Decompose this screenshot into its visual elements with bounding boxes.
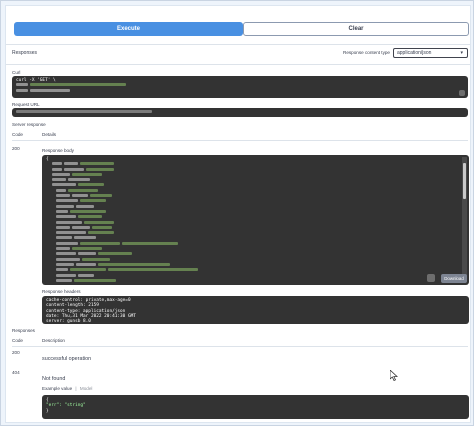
- copy-icon[interactable]: [427, 274, 435, 282]
- request-url-block[interactable]: [12, 108, 468, 117]
- content-type-label: Response content type: [343, 50, 390, 55]
- example-value-label[interactable]: Example value: [42, 386, 72, 391]
- response-code: 200: [12, 146, 20, 151]
- response-description: successful operation: [42, 356, 92, 362]
- content-type-value: application/json: [397, 50, 432, 56]
- col-description-header: Description: [42, 338, 65, 343]
- divider: [12, 346, 468, 347]
- response-code: 200: [12, 350, 20, 355]
- request-url-label: Request URL: [12, 102, 40, 107]
- responses-heading: Responses: [12, 50, 38, 56]
- chevron-down-icon: ▾: [460, 50, 463, 56]
- divider: [12, 140, 468, 141]
- curl-code-block[interactable]: curl -X 'GET' \: [12, 76, 468, 98]
- example-line: }: [46, 408, 49, 414]
- example-value-tab[interactable]: Example value | Model: [42, 386, 92, 391]
- col-details-header: Details: [42, 132, 57, 137]
- mouse-cursor-icon: [389, 368, 399, 386]
- page-frame: Execute Clear Responses Response content…: [0, 0, 474, 426]
- response-body-label: Response body: [42, 148, 74, 153]
- content-type-select[interactable]: application/json ▾: [393, 48, 468, 58]
- clear-button[interactable]: Clear: [243, 22, 469, 36]
- example-code-block[interactable]: { "err": "string" }: [42, 395, 469, 419]
- copy-icon[interactable]: [459, 90, 465, 96]
- header-line: server: gunsb 8.0: [46, 319, 91, 325]
- operation-panel: Execute Clear Responses Response content…: [5, 5, 471, 423]
- divider: [6, 44, 470, 45]
- scrollbar-thumb[interactable]: [463, 163, 466, 199]
- model-tab[interactable]: Model: [80, 386, 93, 391]
- curl-label: Curl: [12, 70, 21, 75]
- execute-button[interactable]: Execute: [14, 22, 243, 36]
- download-button[interactable]: Download: [441, 274, 467, 283]
- response-body-block[interactable]: {: [42, 155, 469, 285]
- responses-table-title: Responses: [12, 328, 35, 333]
- response-headers-label: Response headers: [42, 289, 81, 294]
- response-description: Not found: [42, 376, 66, 382]
- server-response-label: Server response: [12, 122, 46, 127]
- col-code-header: Code: [12, 338, 23, 343]
- divider: [6, 64, 470, 65]
- col-code-header: Code: [12, 132, 23, 137]
- response-code: 404: [12, 370, 20, 375]
- response-headers-block[interactable]: cache-control: private,max-age=0 content…: [42, 296, 469, 324]
- body-scrollbar[interactable]: [462, 157, 467, 281]
